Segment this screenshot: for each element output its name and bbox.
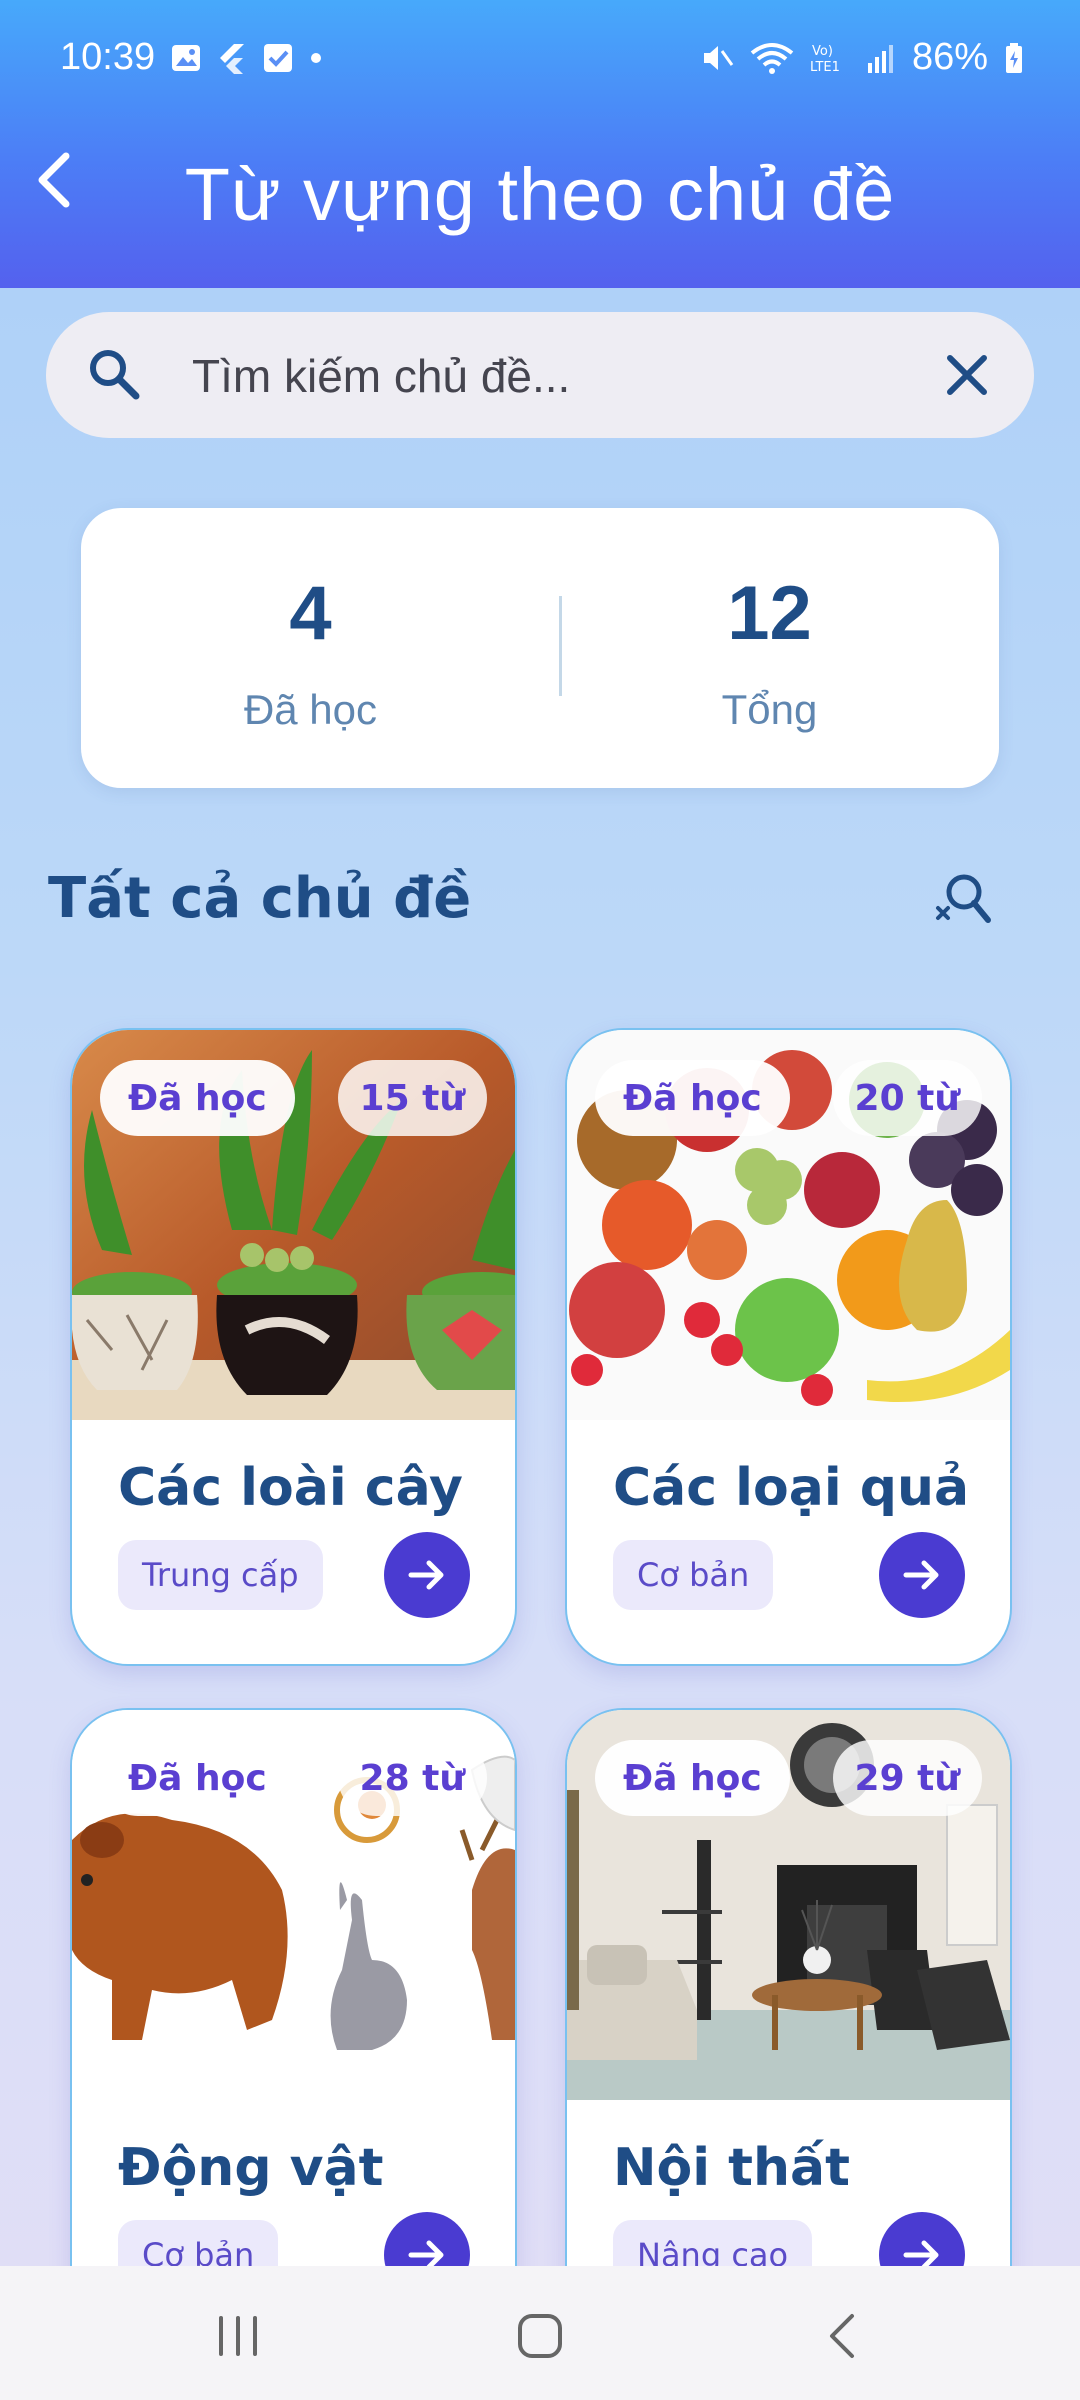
search-input[interactable] xyxy=(190,330,914,422)
learned-count: 4 xyxy=(289,571,332,656)
topic-card-furniture[interactable]: Đã học 29 từ Nội thất Nâng cao xyxy=(565,1708,1012,2346)
section-title: Tất cả chủ đề xyxy=(48,866,472,931)
open-topic-button[interactable] xyxy=(384,1532,470,1618)
status-right: Vo) LTE1 86% xyxy=(700,36,1024,79)
learned-badge: Đã học xyxy=(595,1740,790,1816)
back-arrow-icon xyxy=(830,2314,854,2358)
card-title: Các loài cây xyxy=(118,1458,463,1518)
task-check-icon xyxy=(264,44,292,72)
level-chip: Cơ bản xyxy=(613,1540,774,1610)
volte-icon: Vo)LTE1 xyxy=(810,44,840,75)
topic-card-plants[interactable]: Đã học 15 từ Các loài cây Trung cấp xyxy=(70,1028,517,1666)
search-off-icon[interactable] xyxy=(930,868,994,932)
recent-apps-icon xyxy=(219,2316,257,2356)
system-back-button[interactable] xyxy=(802,2296,882,2376)
card-title: Nội thất xyxy=(613,2138,850,2198)
total-count: 12 xyxy=(727,571,812,656)
battery-percent: 86% xyxy=(911,36,988,78)
close-icon[interactable] xyxy=(942,350,992,400)
learned-badge: Đã học xyxy=(100,1740,295,1816)
word-count-badge: 29 từ xyxy=(832,1740,982,1816)
total-label: Tổng xyxy=(721,686,818,733)
signal-icon xyxy=(867,44,893,73)
word-count-badge: 28 từ xyxy=(337,1740,487,1816)
card-title: Các loại quả xyxy=(613,1458,970,1518)
dot-icon xyxy=(311,53,321,63)
home-button[interactable] xyxy=(500,2296,580,2376)
topic-card-fruits[interactable]: Đã học 20 từ Các loại quả Cơ bản xyxy=(565,1028,1012,1666)
search-icon[interactable] xyxy=(86,346,142,402)
page-title: Từ vựng theo chủ đề xyxy=(184,153,896,236)
wifi-icon xyxy=(750,42,794,74)
learned-badge: Đã học xyxy=(100,1060,295,1136)
open-topic-button[interactable] xyxy=(879,1532,965,1618)
svg-text:Vo): Vo) xyxy=(812,44,833,59)
stats-card: 4 Đã học 12 Tổng xyxy=(81,508,999,788)
system-nav-bar xyxy=(0,2266,1080,2400)
card-title: Động vật xyxy=(118,2138,384,2198)
arrow-right-icon xyxy=(903,1560,939,1590)
flutter-icon xyxy=(220,44,244,74)
word-count-badge: 15 từ xyxy=(337,1060,487,1136)
mute-icon xyxy=(703,45,734,70)
status-time: 10:39 xyxy=(60,36,156,78)
learned-badge: Đã học xyxy=(595,1060,790,1136)
battery-icon xyxy=(1006,42,1022,73)
topic-card-animals[interactable]: Đã học 28 từ Động vật Cơ bản xyxy=(70,1708,517,2346)
status-left-icons xyxy=(170,42,324,74)
word-count-badge: 20 từ xyxy=(832,1060,982,1136)
gallery-icon xyxy=(172,45,200,71)
learned-label: Đã học xyxy=(243,686,378,733)
svg-text:LTE1: LTE1 xyxy=(810,60,840,75)
level-chip: Trung cấp xyxy=(118,1540,323,1610)
arrow-right-icon xyxy=(408,1560,444,1590)
app-header: 10:39 Vo) LTE1 86% Từ vựng theo chủ đề xyxy=(0,0,1080,288)
home-icon xyxy=(518,2314,562,2358)
status-bar: 10:39 Vo) LTE1 86% xyxy=(0,0,1080,120)
recent-apps-button[interactable] xyxy=(198,2296,278,2376)
